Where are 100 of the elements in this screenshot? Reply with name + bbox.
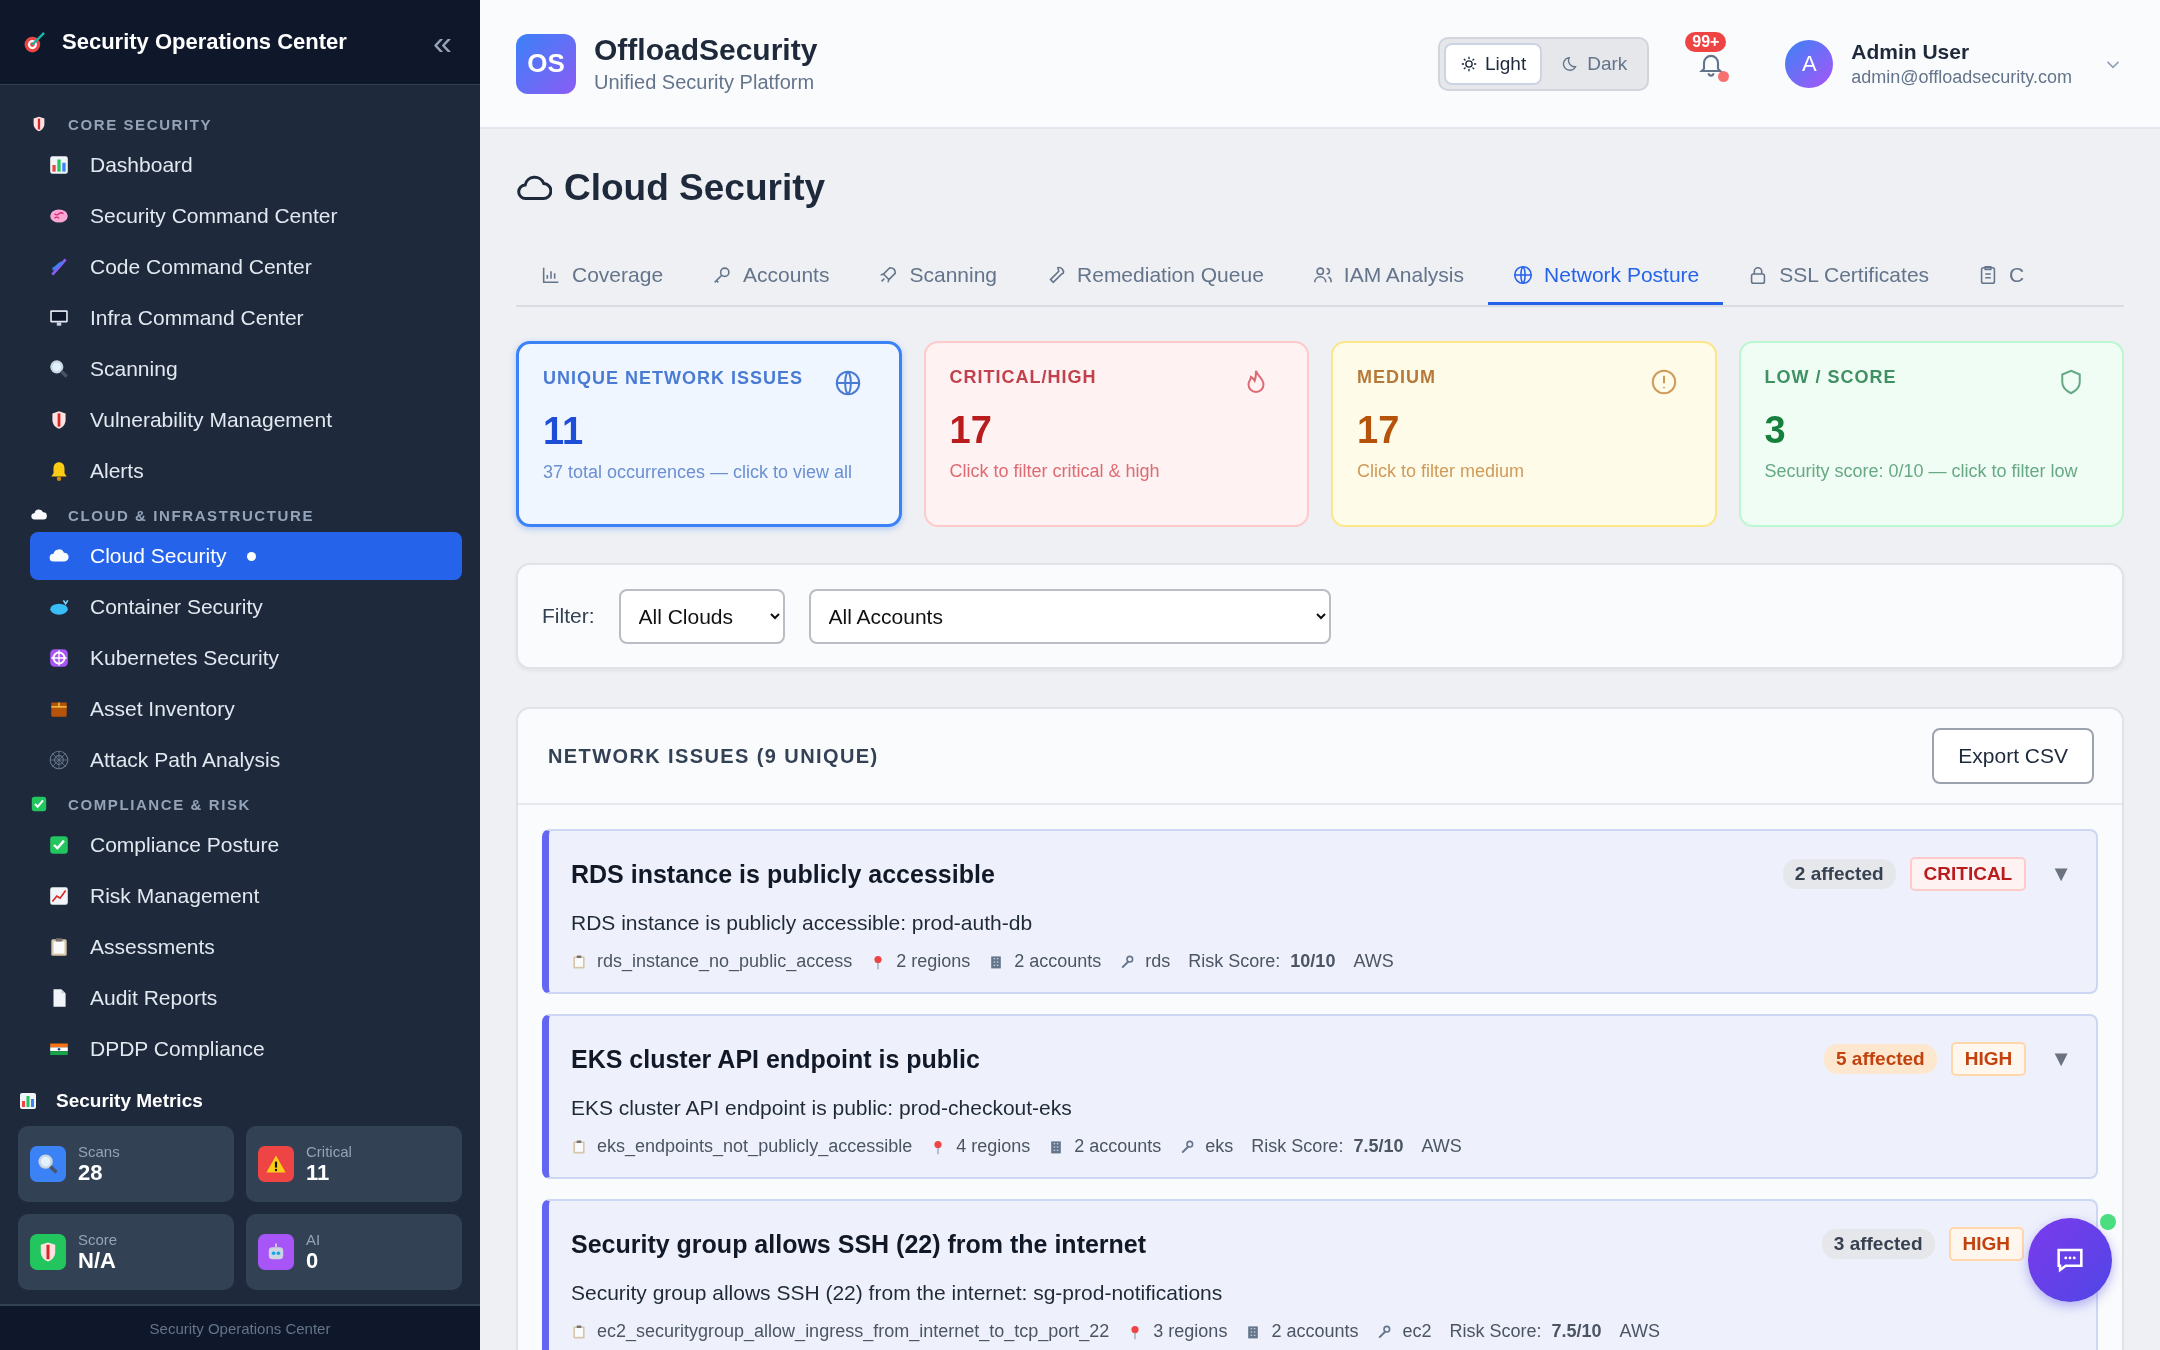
- expand-toggle[interactable]: ▼: [2050, 1046, 2072, 1072]
- magnifier-icon: [48, 358, 70, 380]
- tab[interactable]: Network Posture: [1488, 247, 1724, 305]
- stat-title: MEDIUM: [1357, 367, 1436, 388]
- clipboard-icon: [48, 936, 70, 958]
- target-icon: [22, 29, 48, 55]
- globe-icon: [1512, 263, 1535, 286]
- stat-note: Security score: 0/10 — click to filter low: [1764, 460, 2079, 483]
- tab[interactable]: SSL Certificates: [1723, 247, 1954, 305]
- chart-icon: [48, 154, 70, 176]
- stat-note: 37 total occurrences — click to view all: [543, 461, 854, 484]
- tab[interactable]: Scanning: [853, 247, 1022, 305]
- page-title: Cloud Security: [564, 167, 826, 209]
- collapse-button[interactable]: «: [427, 25, 458, 59]
- logo: OS: [516, 33, 576, 94]
- issue-description: Security group allows SSH (22) from the internet: sg-prod-notifications: [571, 1281, 1224, 1305]
- nav-item[interactable]: Infra Command Center: [30, 294, 462, 342]
- stat-title: CRITICAL/HIGH: [949, 367, 1097, 388]
- check-id: ec2_securitygroup_allow_ingress_from_internet_to_tcp_port_22: [597, 1321, 1110, 1342]
- stat-value: 3: [1764, 409, 1787, 452]
- check-icon: [30, 795, 48, 813]
- nav-item[interactable]: Container Security: [30, 583, 462, 631]
- nav-item[interactable]: DPDP Compliance: [30, 1025, 462, 1073]
- region-count: 3 regions: [1153, 1321, 1228, 1342]
- unread-dot: [1718, 70, 1730, 82]
- footer-text: Security Operations Center: [149, 1319, 331, 1337]
- nav-item[interactable]: Attack Path Analysis: [30, 736, 462, 784]
- nav-item[interactable]: Assessments: [30, 923, 462, 971]
- nav-item[interactable]: Security Command Center: [30, 192, 462, 240]
- nav-item[interactable]: Kubernetes Security: [30, 634, 462, 682]
- service-name: eks: [1205, 1136, 1234, 1157]
- metric-value: 11: [306, 1159, 331, 1186]
- stat-note: Click to filter medium: [1357, 460, 1526, 483]
- risk-score: Risk Score: 7.5/10: [1251, 1136, 1404, 1157]
- section-label: CORE SECURITY: [68, 115, 213, 133]
- account-count: 2 accounts: [1014, 951, 1102, 972]
- issue-description: EKS cluster API endpoint is public: prod-checkout-eks: [571, 1096, 1073, 1120]
- stat-card[interactable]: MEDIUM 17 Click to filter medium: [1331, 341, 1717, 527]
- nav-item[interactable]: Dashboard: [30, 141, 462, 189]
- region-count: 4 regions: [956, 1136, 1031, 1157]
- nav-item[interactable]: Cloud Security: [30, 532, 462, 580]
- service-name: ec2: [1402, 1321, 1432, 1342]
- provider: AWS: [1619, 1321, 1660, 1342]
- issue-title: RDS instance is publicly accessible: [571, 859, 995, 889]
- metric-label: Critical: [306, 1142, 352, 1160]
- provider: AWS: [1353, 951, 1394, 972]
- account-count: 2 accounts: [1271, 1321, 1359, 1342]
- web-icon: [48, 749, 70, 771]
- theme-option[interactable]: Light: [1443, 42, 1543, 85]
- nav-item[interactable]: Vulnerability Management: [30, 396, 462, 444]
- notification-badge: 99+: [1685, 31, 1727, 52]
- issue-description: RDS instance is publicly accessible: prod-auth-db: [571, 911, 1034, 935]
- tab[interactable]: IAM Analysis: [1287, 247, 1489, 305]
- affected-count: 5 affected: [1824, 1044, 1937, 1074]
- account-count: 2 accounts: [1074, 1136, 1162, 1157]
- theme-option[interactable]: Dark: [1546, 42, 1644, 85]
- stat-card[interactable]: CRITICAL/HIGH 17 Click to filter critical & high: [923, 341, 1309, 527]
- nav-item[interactable]: Alerts: [30, 447, 462, 495]
- issue-title: EKS cluster API endpoint is public: [571, 1044, 980, 1074]
- severity-badge: HIGH: [1948, 1227, 2024, 1261]
- tab[interactable]: Remediation Queue: [1021, 247, 1288, 305]
- metrics-title: Security Metrics: [56, 1090, 203, 1112]
- tab[interactable]: Coverage: [516, 247, 688, 305]
- stat-card[interactable]: LOW / SCORE 3 Security score: 0/10 — click to filter low: [1738, 341, 2124, 527]
- severity-badge: HIGH: [1950, 1042, 2027, 1076]
- nav-item[interactable]: Compliance Posture: [30, 821, 462, 869]
- app-title: Security Operations Center: [62, 29, 348, 55]
- stat-card[interactable]: UNIQUE NETWORK ISSUES 11 37 total occurrences — click to view all: [516, 341, 902, 527]
- expand-toggle[interactable]: ▼: [2050, 861, 2072, 887]
- stat-note: Click to filter critical & high: [949, 460, 1161, 483]
- risk-score: Risk Score: 10/10: [1188, 951, 1336, 972]
- tab[interactable]: C: [1953, 247, 2049, 305]
- issue-card[interactable]: [542, 1199, 2098, 1350]
- issue-card[interactable]: EKS cluster API endpoint is public 5 affected HIGH ▼ EKS cluster API endpoint is public: prod-checkout-eks eks_endpoints_not_publicly_accessible 4 regions 2 accounts eks Risk Score: 7.5/10 AWS: [542, 1014, 2098, 1179]
- monitor-icon: [48, 307, 70, 329]
- issue-title: Security group allows SSH (22) from the internet: [571, 1229, 1147, 1259]
- risk-score: Risk Score: 7.5/10: [1449, 1321, 1602, 1342]
- nav-item[interactable]: Scanning: [30, 345, 462, 393]
- nav-item[interactable]: Audit Reports: [30, 974, 462, 1022]
- metric-label: Scans: [78, 1142, 120, 1160]
- severity-badge: CRITICAL: [1909, 857, 2027, 891]
- export-button[interactable]: Export CSV: [1932, 728, 2094, 784]
- metric-value: 0: [306, 1247, 320, 1274]
- brand-name: OffloadSecurity: [594, 33, 818, 67]
- sun-icon: [1459, 54, 1478, 73]
- section-label: COMPLIANCE & RISK: [68, 795, 252, 813]
- account-select[interactable]: All Accounts: [808, 588, 1331, 644]
- nav-item[interactable]: Risk Management: [30, 872, 462, 920]
- metric-value: N/A: [78, 1247, 117, 1274]
- clipboard-icon: [571, 953, 587, 970]
- stat-title: UNIQUE NETWORK ISSUES: [543, 368, 804, 389]
- service-name: rds: [1145, 951, 1171, 972]
- tagline: Unified Security Platform: [594, 71, 816, 94]
- cloud-select[interactable]: All Clouds: [618, 588, 785, 644]
- nav-item[interactable]: Code Command Center: [30, 243, 462, 291]
- nav-item[interactable]: Asset Inventory: [30, 685, 462, 733]
- provider: AWS: [1421, 1136, 1462, 1157]
- tab[interactable]: Accounts: [687, 247, 854, 305]
- issue-card[interactable]: RDS instance is publicly accessible 2 affected CRITICAL ▼ RDS instance is publicly accessible: prod-auth-db rds_instance_no_public_access 2 regions 2 accounts rds Risk Score: 10/10 AWS: [542, 829, 2098, 994]
- user-avatar[interactable]: A: [1785, 39, 1834, 88]
